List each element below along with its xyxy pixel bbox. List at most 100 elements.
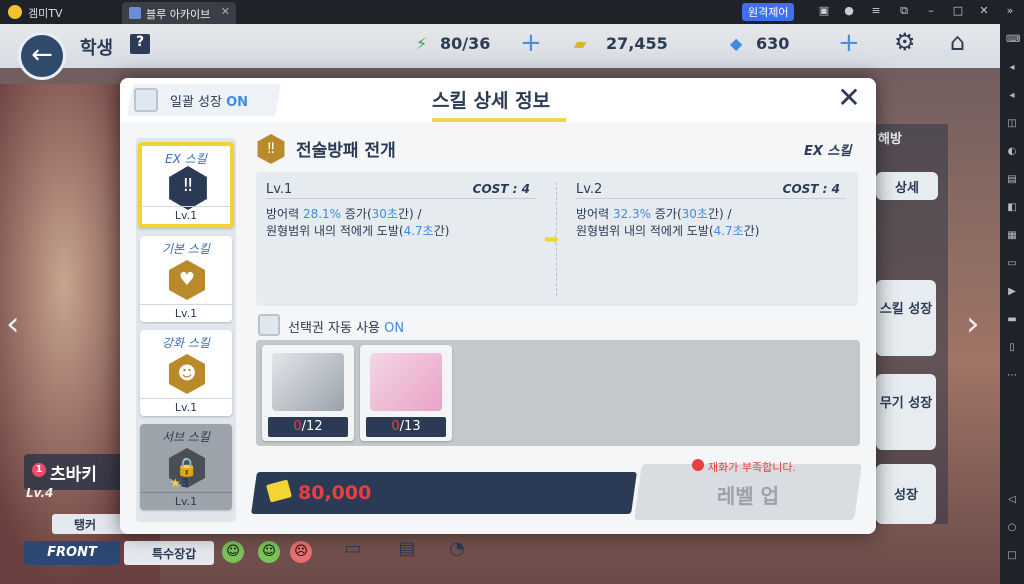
next-student-arrow-icon[interactable]: › [966, 304, 980, 344]
rotate-icon[interactable]: ◐ [1006, 146, 1018, 158]
weapon-icon[interactable]: ▭ [340, 538, 366, 564]
skill-detail-modal: 일괄 성장 ON 스킬 상세 정보 ✕ EX 스킬 ‼ Lv.1 기본 스킬 ♥… [120, 78, 876, 534]
current-description: 방어력 28.1% 증가(30초간) / 원형범위 내의 적에게 도발(4.7초… [266, 207, 450, 238]
files-icon[interactable]: ▬ [1006, 314, 1018, 326]
terrain-outdoor-icon: ☺ [258, 541, 280, 563]
stamina-value: 80/36 [440, 34, 491, 53]
level-divider [266, 198, 536, 199]
terrain-indoor-icon: ☹ [290, 541, 312, 563]
expand-icon[interactable]: » [1004, 5, 1016, 17]
skill-name: 전술방패 전개 [296, 141, 396, 161]
emulator-sidebar: ⌨ ◂ ◂ ◫ ◐ ▤ ◧ ▦ ▭ ▶ ▬ ▯ ⋯ ◁ ○ □ [1000, 24, 1024, 584]
keyboard-icon[interactable]: ⌨ [1006, 34, 1020, 46]
more-icon[interactable]: ⋯ [1006, 370, 1018, 382]
tab-close-icon[interactable]: ✕ [221, 5, 230, 18]
android-back-icon[interactable]: ◁ [1006, 494, 1018, 506]
skill-shield-icon: ‼ [257, 134, 285, 164]
close-modal-button[interactable]: ✕ [834, 84, 864, 114]
material-item[interactable]: 0/13 [360, 345, 452, 441]
skill-tab-sub[interactable]: 서브 스킬 🔒 ★3 Lv.1 [140, 424, 232, 510]
gamepad-icon[interactable]: ▦ [1006, 230, 1018, 242]
cost-value: 80,000 [298, 482, 372, 504]
credit-icon: ▰ [574, 34, 587, 53]
skill-level-compare: Lv.1 COST : 4 방어력 28.1% 증가(30초간) / 원형범위 … [256, 172, 858, 306]
android-home-icon[interactable]: ○ [1006, 522, 1018, 534]
skill-tab-level: Lv.1 [140, 304, 232, 320]
apk-icon[interactable]: ◧ [1006, 202, 1018, 214]
skill-tab-label: EX 스킬 [165, 152, 207, 166]
level-divider [576, 198, 846, 199]
gift-icon[interactable]: ▣ [818, 5, 830, 17]
skill-tab-level: Lv.1 [142, 206, 230, 222]
skill-tab-label: 서브 스킬 [162, 430, 210, 444]
record-icon[interactable]: ▶ [1006, 286, 1018, 298]
material-item[interactable]: 0/12 [262, 345, 354, 441]
prev-student-arrow-icon[interactable]: ‹ [6, 304, 20, 344]
tab-blue-archive[interactable]: 블루 아카이브 ✕ [122, 2, 236, 24]
pip-icon[interactable]: ⧉ [898, 5, 910, 17]
shake-icon[interactable]: ▤ [1006, 174, 1018, 186]
current-level-panel: Lv.1 COST : 4 방어력 28.1% 증가(30초간) / 원형범위 … [256, 172, 546, 306]
growth-button[interactable]: 성장 [876, 464, 936, 524]
insufficient-warning: 재화가 부족합니다. [708, 461, 796, 474]
location-icon[interactable]: ▭ [1006, 258, 1018, 270]
skill-up-button[interactable]: 스킬 성장 [876, 280, 936, 356]
phone-icon[interactable]: ▯ [1006, 342, 1018, 354]
app-brand: 겜미TV [28, 7, 63, 20]
document-icon[interactable]: ▤ [394, 538, 420, 564]
enhanced-skill-person-icon: ☻ [169, 354, 205, 394]
next-level: Lv.2 [576, 182, 603, 197]
position-badge: FRONT [24, 541, 120, 565]
remote-control-button[interactable]: 원격제어 [742, 3, 795, 21]
bulk-growth-checkbox[interactable] [134, 88, 158, 112]
weapon-up-button[interactable]: 무기 성장 [876, 374, 936, 450]
current-cost: COST : 4 [472, 182, 530, 196]
star-requirement: ★3 [170, 476, 190, 490]
close-window-icon[interactable]: ✕ [978, 5, 990, 17]
volume-down-icon[interactable]: ◂ [1006, 90, 1018, 102]
detail-button[interactable]: 상세 [876, 172, 938, 200]
auto-ticket-label: 선택권 자동 사용 ON [288, 321, 405, 336]
student-level: Lv.4 [26, 486, 54, 500]
skill-tab-level: Lv.1 [140, 398, 232, 414]
gems-value: 630 [756, 34, 790, 53]
emulator-titlebar: 겜미TV 블루 아카이브 ✕ 원격제어 ▣ ● ≡ ⧉ – □ ✕ » [0, 0, 1024, 24]
android-recents-icon[interactable]: □ [1006, 550, 1018, 562]
voice-icon[interactable]: ◔ [444, 538, 470, 564]
stamina-plus-button[interactable]: + [520, 28, 542, 58]
skill-tab-level: Lv.1 [140, 492, 232, 508]
skill-tab-list: EX 스킬 ‼ Lv.1 기본 스킬 ♥ Lv.1 강화 스킬 ☻ Lv.1 서… [136, 138, 236, 522]
settings-icon[interactable]: ⚙ [894, 28, 916, 56]
maximize-icon[interactable]: □ [952, 5, 964, 17]
account-icon[interactable]: ● [843, 5, 855, 17]
next-cost: COST : 4 [782, 182, 840, 196]
student-name: 츠바키 [50, 465, 97, 485]
skill-tab-enhanced[interactable]: 강화 스킬 ☻ Lv.1 [140, 330, 232, 416]
home-icon[interactable]: ⌂ [950, 28, 965, 56]
ex-skill-shield-icon: ‼ [169, 166, 207, 210]
student-namebox: 1 츠바키 [24, 454, 124, 490]
crystal-material-icon [370, 353, 442, 411]
minimize-icon[interactable]: – [925, 5, 937, 17]
warning-icon [692, 459, 704, 471]
arrow-right-icon: ➡ [544, 229, 560, 250]
back-button[interactable]: ← [18, 32, 66, 80]
skill-tab-ex[interactable]: EX 스킬 ‼ Lv.1 [138, 142, 234, 228]
material-count: 0/13 [366, 417, 446, 437]
next-level-panel: Lv.2 COST : 4 방어력 32.3% 증가(30초간) / 원형범위 … [566, 172, 856, 306]
title-underline [432, 118, 566, 122]
skill-tab-basic[interactable]: 기본 스킬 ♥ Lv.1 [140, 236, 232, 322]
menu-icon[interactable]: ≡ [870, 5, 882, 17]
material-count: 0/12 [268, 417, 348, 437]
role-label: 탱커 [74, 518, 97, 532]
screenshot-icon[interactable]: ◫ [1006, 118, 1018, 130]
page-title: 학생 [80, 38, 114, 59]
gems-plus-button[interactable]: + [838, 28, 860, 58]
terrain-street-icon: ☺ [222, 541, 244, 563]
armor-badge: 특수장갑 [124, 541, 214, 565]
rank-badge: 1 [32, 463, 46, 477]
volume-up-icon[interactable]: ◂ [1006, 62, 1018, 74]
credits-value: 27,455 [606, 34, 668, 53]
help-button[interactable]: ? [130, 34, 150, 54]
auto-ticket-checkbox[interactable] [258, 314, 280, 336]
